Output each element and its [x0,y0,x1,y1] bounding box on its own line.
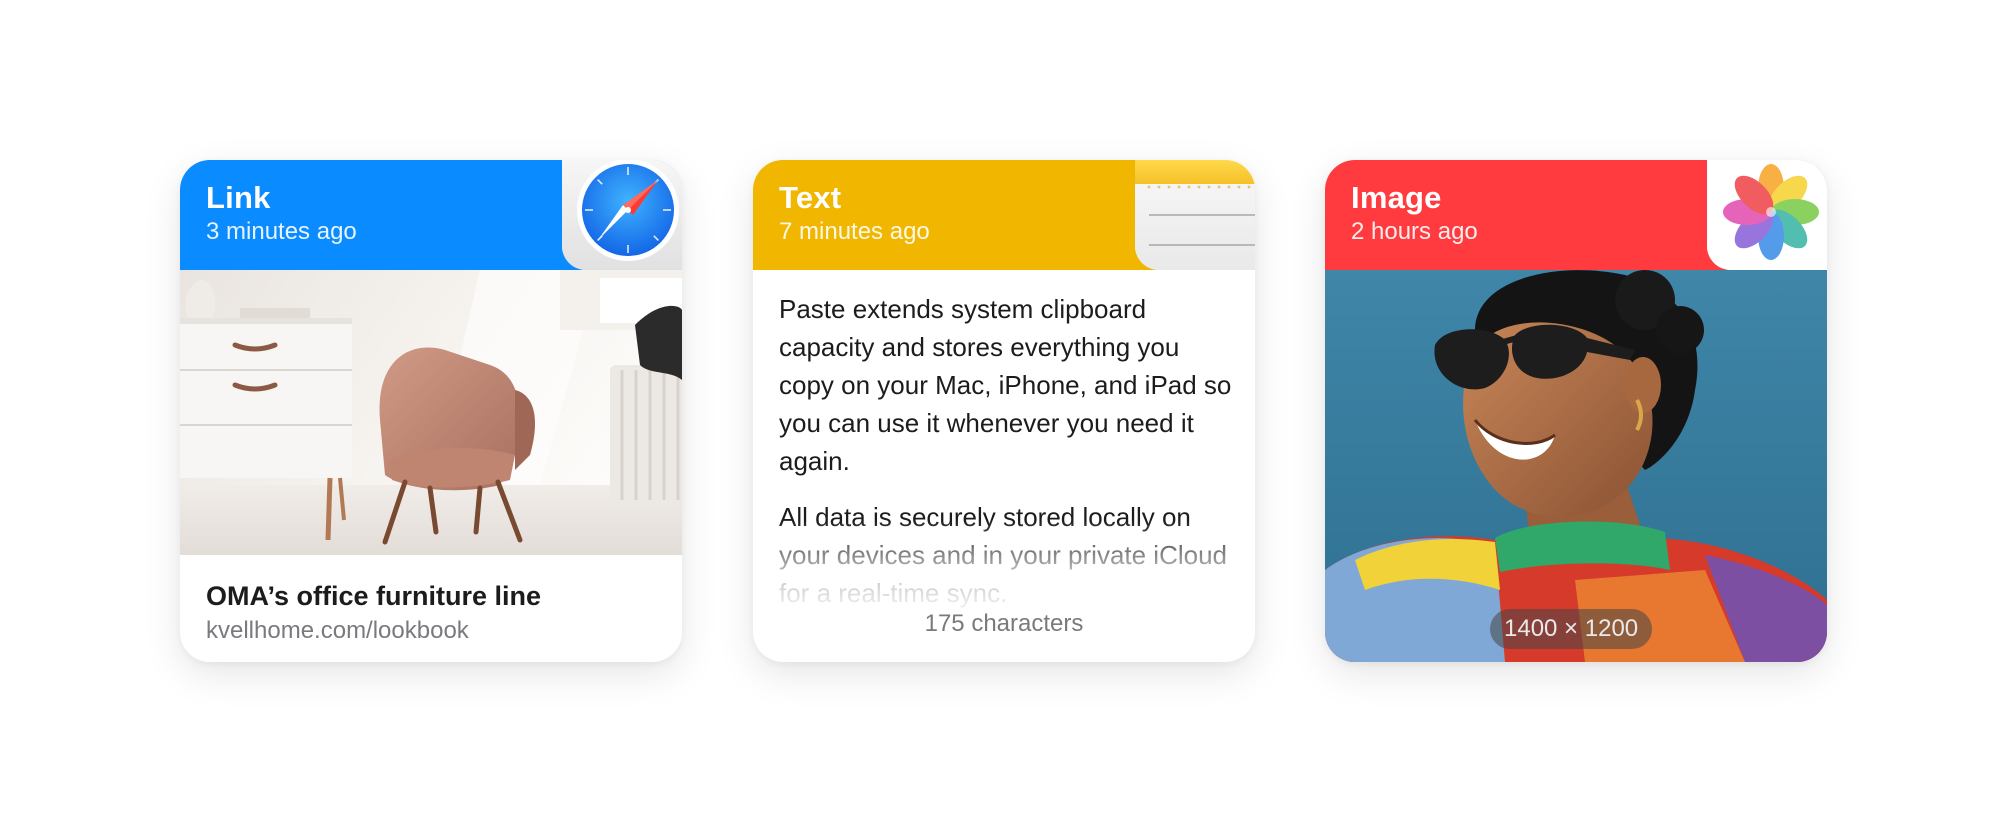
image-dimensions-badge: 1400 × 1200 [1490,609,1653,649]
photos-icon [1707,160,1827,270]
card-type-label: Text [779,180,842,215]
card-timestamp: 7 minutes ago [779,218,930,245]
link-clip-card[interactable]: Link 3 minutes ago OMA’s office furnitur… [180,160,682,662]
card-type-label: Image [1351,180,1442,215]
link-url[interactable]: kvellhome.com/lookbook [206,617,469,645]
safari-icon [562,160,682,270]
card-timestamp: 2 hours ago [1351,218,1478,245]
card-type-label: Link [206,180,271,215]
text-clip-card[interactable]: Text 7 minutes ago Paste extends system … [753,160,1255,662]
image-clip-card[interactable]: Image 2 hours ago 1400 × 1200 [1325,160,1827,662]
text-fade-overlay [753,520,1255,620]
card-timestamp: 3 minutes ago [206,218,357,245]
card-header: Link 3 minutes ago [180,160,682,270]
image-preview [1325,270,1827,662]
card-header: Image 2 hours ago [1325,160,1827,270]
text-paragraph: Paste extends system clipboard capacity … [779,294,1232,476]
link-page-title: OMA’s office furniture line [206,581,542,611]
link-footer: OMA’s office furniture line kvellhome.co… [180,555,682,662]
card-header: Text 7 minutes ago [753,160,1255,270]
notes-icon [1135,160,1255,270]
character-count: 175 characters [924,610,1084,637]
clipboard-history: Link 3 minutes ago OMA’s office furnitur… [0,0,2000,820]
link-preview-image [180,270,682,555]
